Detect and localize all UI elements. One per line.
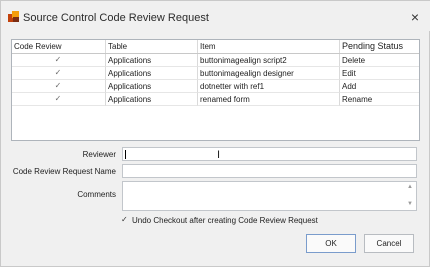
code-review-request-dialog: Source Control Code Review Request × Cod… [0,0,430,267]
table-cell: Applications [106,80,198,93]
table-row[interactable]: ✓ Applications renamed form Rename [12,93,419,106]
checkbox-checked-icon[interactable]: ✓ [54,82,62,90]
scroll-up-icon[interactable]: ▲ [407,184,413,190]
cancel-button[interactable]: Cancel [364,234,414,253]
table-row[interactable]: ✓ Applications buttonimagealign script2 … [12,54,419,67]
undo-checkbox[interactable]: ✓ [121,216,129,224]
pending-items-grid: Code Review Table Item Pending Status ✓ … [11,39,420,141]
code-review-cell: ✓ [12,67,106,80]
table-row[interactable]: ✓ Applications dotnetter with ref1 Add [12,80,419,93]
checkbox-checked-icon[interactable]: ✓ [54,69,62,77]
request-name-label: Code Review Request Name [12,167,116,176]
column-header-pending-status[interactable]: Pending Status [340,40,419,53]
undo-checkout-label[interactable]: Undo Checkout after creating Code Review… [132,215,318,226]
comments-textarea[interactable]: ▲ ▼ [122,181,417,211]
table-row[interactable]: ✓ Applications buttonimagealign designer… [12,67,419,80]
column-header-item[interactable]: Item [198,40,340,53]
reviewer-label: Reviewer [82,150,116,159]
status-cell: Edit [340,67,419,80]
grid-header: Code Review Table Item Pending Status [12,40,419,54]
dialog-title: Source Control Code Review Request [23,12,209,24]
item-cell: buttonimagealign script2 [198,54,340,67]
comments-label: Comments [77,190,116,199]
code-review-cell: ✓ [12,54,106,67]
status-cell: Add [340,80,419,93]
column-header-table[interactable]: Table [106,40,198,53]
close-icon[interactable]: × [405,7,425,27]
title-bar: Source Control Code Review Request × [1,1,430,31]
source-control-icon [8,11,19,22]
item-cell: renamed form [198,93,340,106]
status-cell: Rename [340,93,419,106]
reviewer-input[interactable] [122,147,417,161]
text-cursor-icon: I [217,149,221,161]
checkbox-checked-icon[interactable]: ✓ [54,56,62,64]
text-caret [125,150,126,159]
checkbox-checked-icon[interactable]: ✓ [54,95,62,103]
table-cell: Applications [106,93,198,106]
code-review-cell: ✓ [12,80,106,93]
scroll-down-icon[interactable]: ▼ [407,201,413,207]
code-review-cell: ✓ [12,93,106,106]
request-name-input[interactable] [122,164,417,178]
table-cell: Applications [106,67,198,80]
item-cell: buttonimagealign designer [198,67,340,80]
status-cell: Delete [340,54,419,67]
ok-button[interactable]: OK [306,234,356,253]
item-cell: dotnetter with ref1 [198,80,340,93]
table-cell: Applications [106,54,198,67]
column-header-code-review[interactable]: Code Review [12,40,106,53]
